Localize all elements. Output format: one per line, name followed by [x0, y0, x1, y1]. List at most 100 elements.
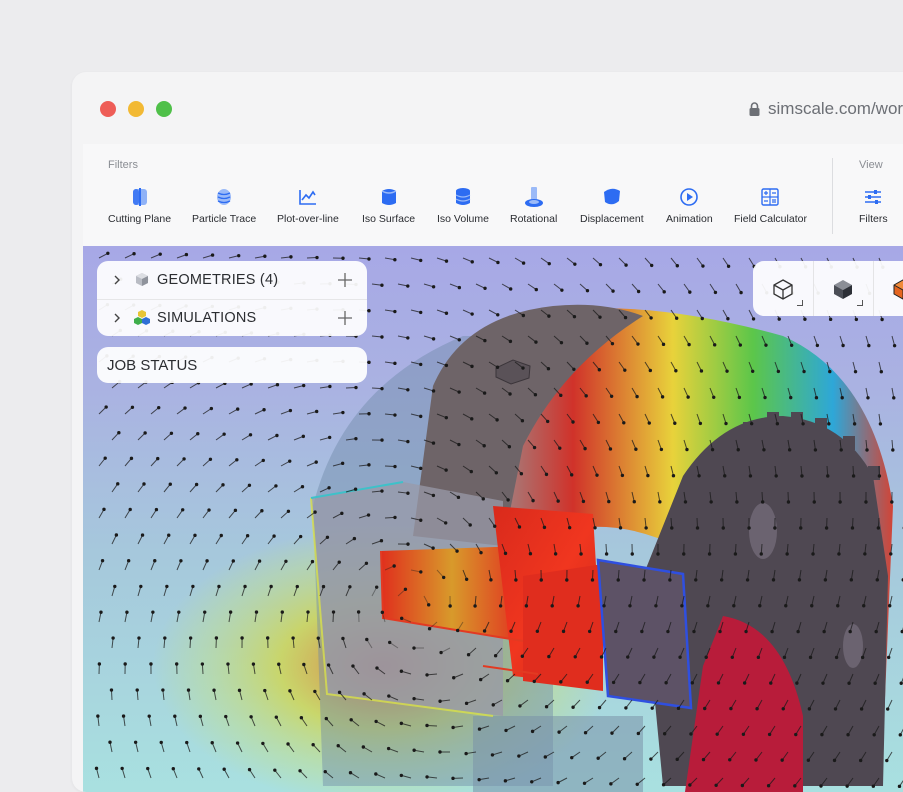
flow-arrow-head	[449, 605, 451, 607]
flow-arrow-head	[117, 483, 119, 485]
rotational-tool-button[interactable]: Rotational	[510, 186, 557, 225]
flow-arrow-head	[186, 741, 188, 743]
displacement-tool-button[interactable]: Displacement	[580, 186, 644, 225]
flow-arrow-head	[444, 522, 446, 524]
flow-arrow-head	[307, 611, 309, 613]
flow-arrow-head	[763, 449, 765, 451]
flow-arrow-head	[584, 731, 586, 733]
wireframe-view-button[interactable]	[753, 261, 814, 316]
flow-arrow-head	[597, 421, 599, 423]
flow-arrow-head	[790, 396, 792, 398]
flow-arrow-head	[124, 663, 126, 665]
flow-arrow-head	[287, 743, 289, 745]
flow-arrow-head	[144, 432, 146, 434]
address-bar[interactable]: simscale.com/work	[748, 98, 903, 120]
cutting-plane-tool-button[interactable]: Cutting Plane	[108, 186, 171, 225]
flow-arrow-head	[786, 553, 788, 555]
flow-arrow-head	[404, 588, 406, 590]
toolbar-divider	[832, 158, 833, 234]
3d-viewport[interactable]: GEOMETRIES (4) SIMULATIONS	[83, 246, 903, 792]
flow-arrow-head	[458, 339, 460, 341]
flow-arrow-head	[598, 369, 600, 371]
flow-arrow-head	[785, 605, 787, 607]
chevron-right-icon[interactable]	[112, 313, 122, 323]
flow-arrow-head	[381, 336, 383, 338]
flow-arrow-head	[160, 741, 162, 743]
flow-arrow-head	[838, 553, 840, 555]
flow-arrow-head	[778, 318, 780, 320]
flow-arrow-head	[420, 259, 422, 261]
flow-arrow-head	[822, 682, 824, 684]
flow-arrow-head	[741, 784, 743, 786]
flow-arrow-head	[545, 705, 547, 707]
tree-row-simulations[interactable]: SIMULATIONS	[97, 299, 367, 337]
flow-arrow-head	[669, 579, 671, 581]
flow-arrow-head	[273, 535, 275, 537]
iso-volume-icon	[453, 187, 473, 207]
flow-arrow-head	[679, 656, 681, 658]
flow-arrow-head	[483, 445, 485, 447]
flow-arrow-head	[584, 447, 586, 449]
flow-arrow-head	[889, 605, 891, 607]
animation-tool-button[interactable]: Animation	[666, 186, 713, 225]
flow-arrow-head	[765, 344, 767, 346]
flow-arrow-head	[598, 706, 600, 708]
flow-arrow-head	[174, 715, 176, 717]
flow-arrow-head	[748, 527, 750, 529]
plot-over-line-tool-button[interactable]: Plot-over-line	[277, 186, 339, 225]
chevron-right-icon[interactable]	[112, 275, 122, 285]
flow-arrow-head	[129, 508, 131, 510]
flow-arrow-head	[465, 578, 467, 580]
flow-arrow-head	[194, 534, 196, 536]
flow-arrow-head	[864, 553, 866, 555]
maximize-window-button[interactable]	[156, 101, 172, 117]
flow-arrow-head	[812, 553, 814, 555]
flow-arrow-head	[394, 465, 396, 467]
flow-arrow-head	[276, 383, 278, 385]
flow-arrow-head	[746, 579, 748, 581]
flow-arrow-head	[690, 733, 692, 735]
flow-arrow-head	[432, 547, 434, 549]
flow-arrow-head	[637, 290, 639, 292]
flow-arrow-head	[420, 363, 422, 365]
flow-arrow-head	[355, 386, 357, 388]
flow-arrow-head	[195, 483, 197, 485]
flow-arrow-head	[366, 638, 368, 640]
flow-arrow-head	[825, 527, 827, 529]
iso-volume-tool-button[interactable]: Iso Volume	[437, 186, 489, 225]
flow-arrow-head	[760, 553, 762, 555]
flow-arrow-head	[899, 734, 901, 736]
flow-arrow-head	[276, 434, 278, 436]
flow-arrow-head	[381, 284, 383, 286]
job-status-panel[interactable]: JOB STATUS	[97, 347, 367, 383]
flow-arrow-head	[547, 367, 549, 369]
minimize-window-button[interactable]	[128, 101, 144, 117]
flow-arrow-head	[611, 732, 613, 734]
add-geometry-plus-icon[interactable]	[338, 273, 352, 287]
solid-view-button[interactable]	[813, 261, 874, 316]
flow-arrow-head	[599, 263, 601, 265]
flow-arrow-head	[112, 637, 114, 639]
tree-row-geometries[interactable]: GEOMETRIES (4)	[97, 261, 367, 300]
flow-arrow-head	[341, 512, 343, 514]
view-filters-button[interactable]: Filters	[859, 186, 888, 225]
flow-arrow-head	[134, 741, 136, 743]
add-simulation-plus-icon[interactable]	[338, 311, 352, 325]
flow-arrow-head	[867, 397, 869, 399]
flow-arrow-head	[861, 656, 863, 658]
flow-arrow-head	[324, 770, 326, 772]
flow-arrow-head	[432, 390, 434, 392]
flow-arrow-head	[801, 475, 803, 477]
flow-arrow-head	[141, 534, 143, 536]
highlight-view-button[interactable]	[873, 261, 903, 316]
flow-arrow-head	[338, 691, 340, 693]
close-window-button[interactable]	[100, 101, 116, 117]
flow-arrow-head	[887, 708, 889, 710]
flow-arrow-head	[554, 553, 556, 555]
flow-arrow-head	[327, 664, 329, 666]
flow-arrow-head	[617, 579, 619, 581]
flow-arrow-head	[557, 781, 559, 783]
particle-trace-tool-button[interactable]: Particle Trace	[192, 186, 256, 225]
field-calculator-tool-button[interactable]: Field Calculator	[734, 186, 807, 225]
iso-surface-tool-button[interactable]: Iso Surface	[362, 186, 415, 225]
